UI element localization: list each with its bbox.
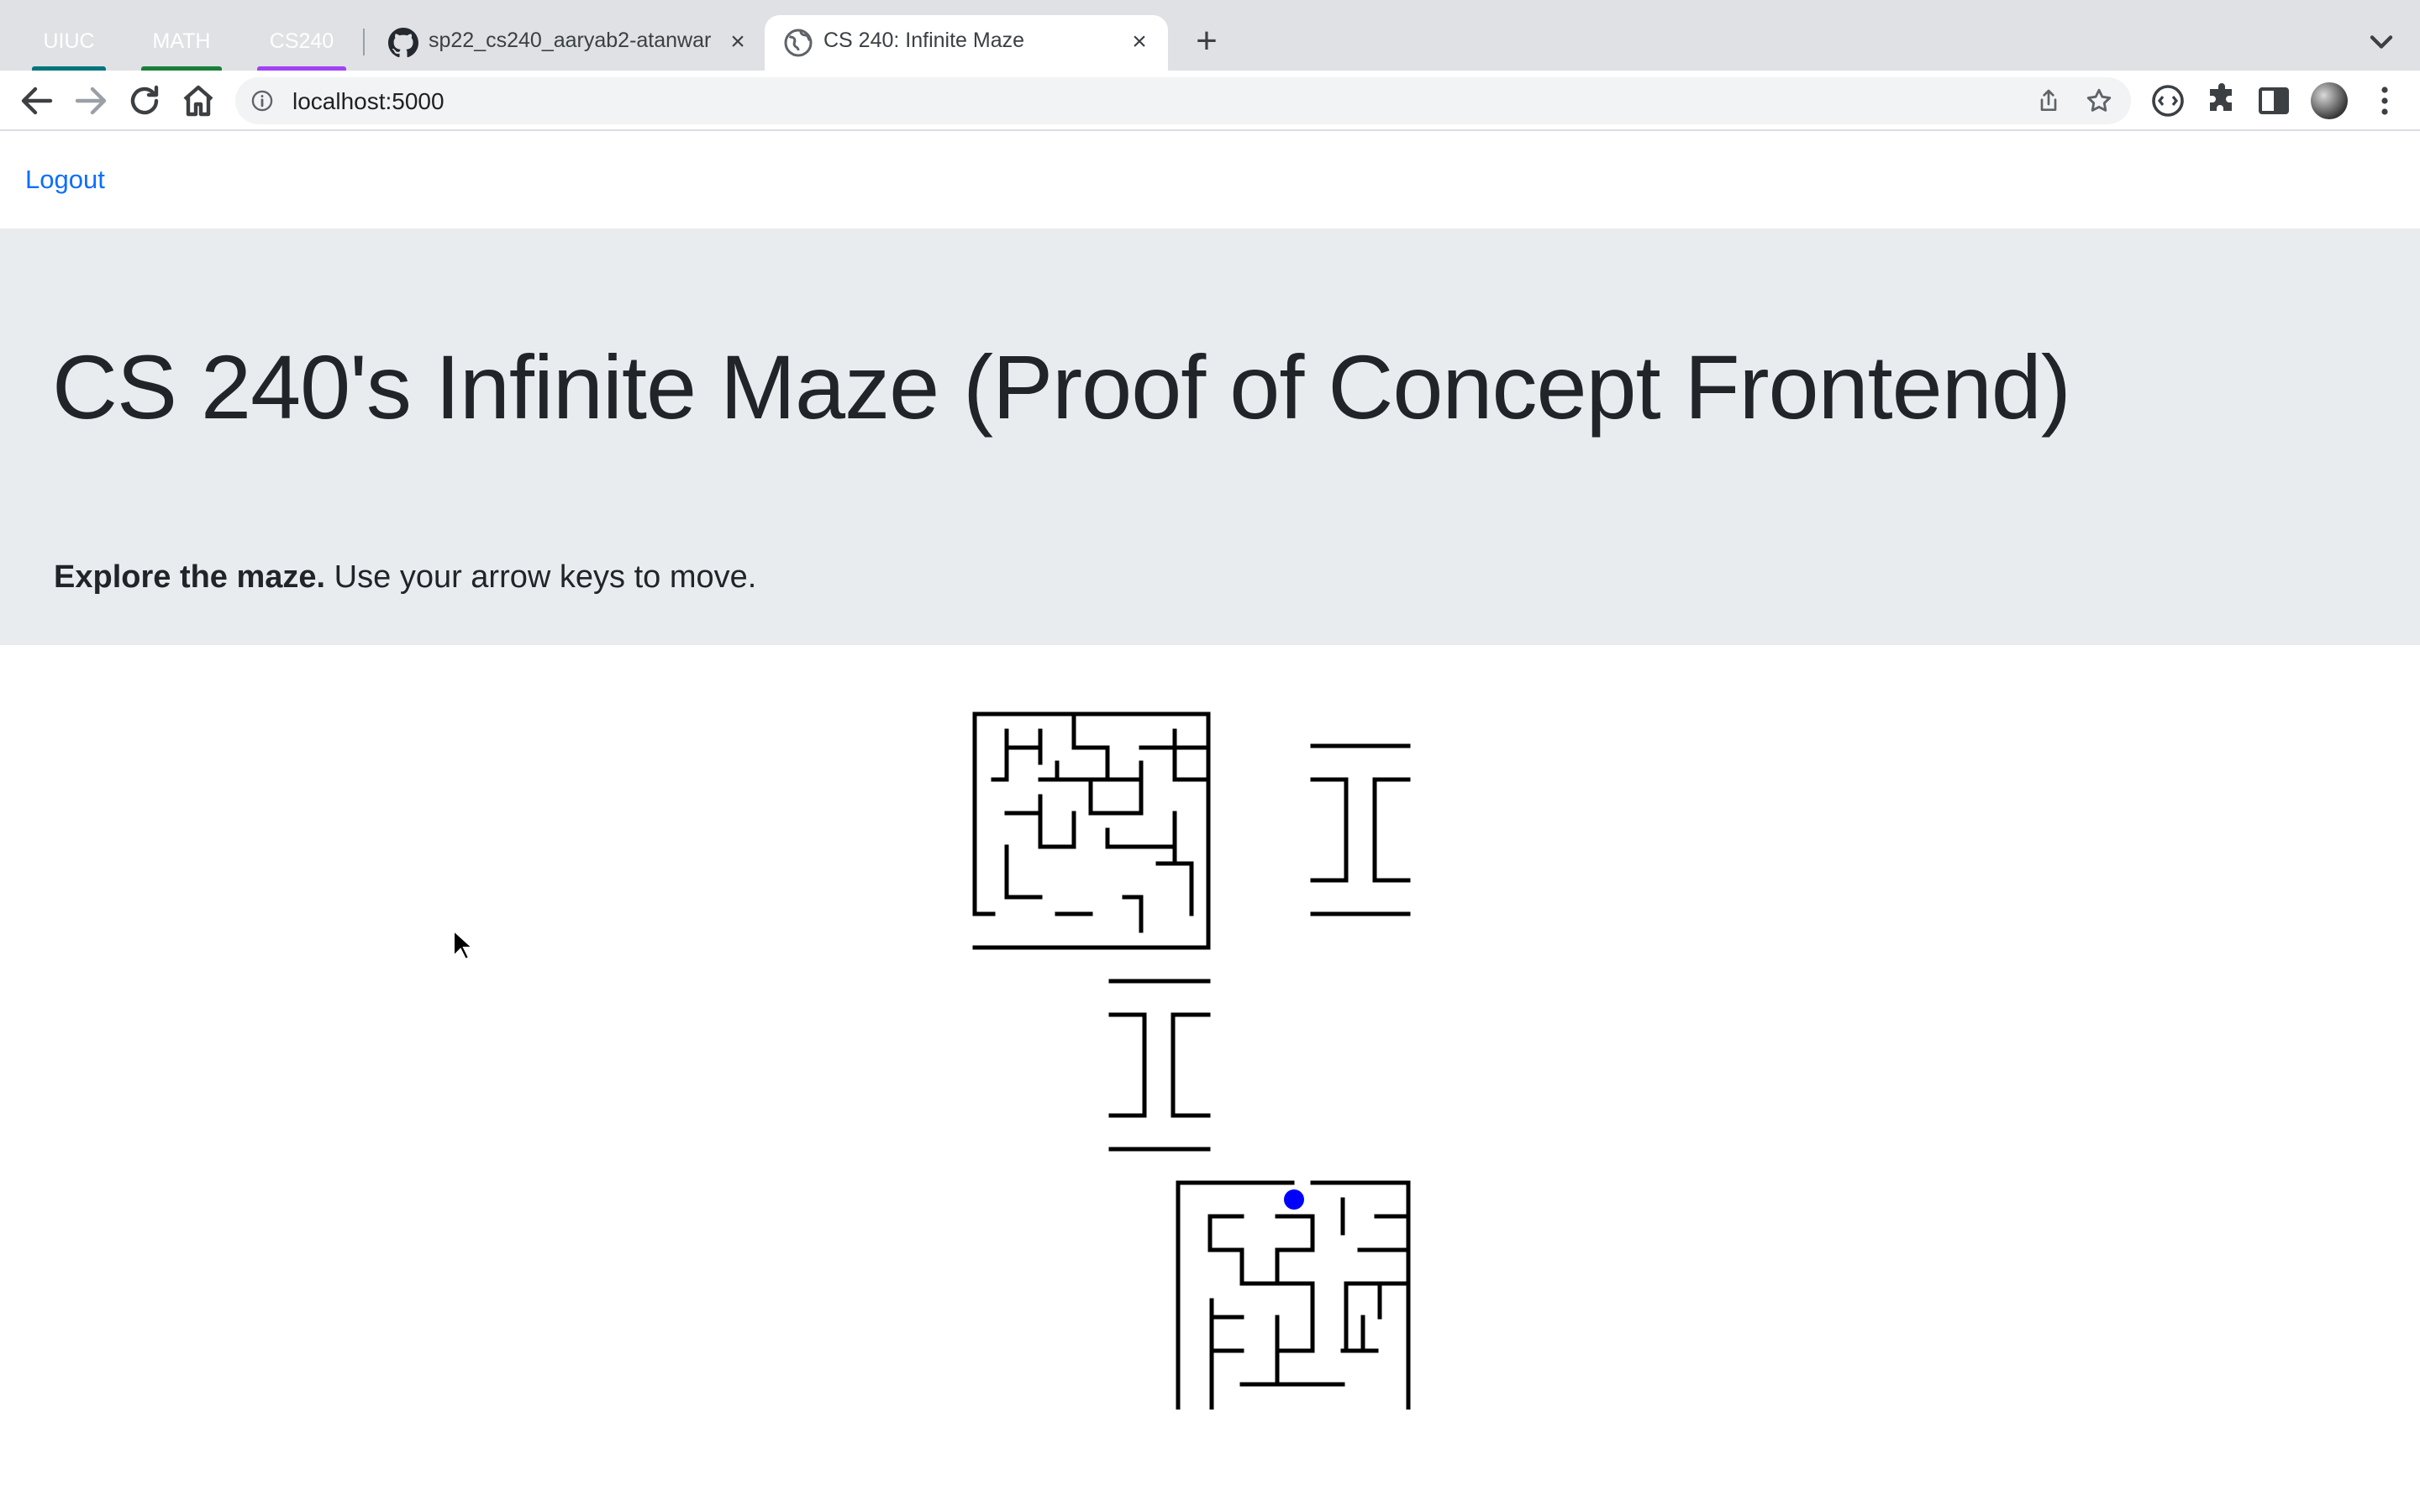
browser-toolbar: localhost:5000 — [0, 71, 2420, 131]
tab-infinite-maze[interactable]: CS 240: Infinite Maze × — [765, 15, 1168, 71]
page-title: CS 240's Infinite Maze (Proof of Concept… — [52, 336, 2071, 438]
maze-block-bottom — [1176, 1180, 1411, 1410]
browser-chrome: UIUC MATH CS240 sp22_cs240_aaryab2-atanw… — [0, 0, 2420, 131]
share-icon[interactable] — [2035, 87, 2062, 114]
tab-group-uiuc[interactable]: UIUC — [32, 24, 106, 59]
github-icon — [388, 28, 418, 58]
tab-title: CS 240: Infinite Maze — [823, 29, 1025, 52]
maze-block-middle — [1108, 979, 1211, 1152]
subtitle-emphasis: Explore the maze. — [54, 559, 326, 595]
side-panel-icon[interactable] — [2254, 81, 2294, 121]
tab-group-label: MATH — [152, 29, 211, 53]
close-tab-icon[interactable]: × — [1123, 25, 1156, 59]
logout-link[interactable]: Logout — [25, 165, 105, 195]
tab-title: sp22_cs240_aaryab2-atanwar — [429, 29, 712, 52]
tab-group-label: UIUC — [43, 29, 95, 53]
page-content: Logout CS 240's Infinite Maze (Proof of … — [0, 133, 2420, 1512]
new-tab-button[interactable]: + — [1186, 22, 1227, 62]
info-icon[interactable] — [250, 89, 274, 113]
bookmark-star-icon[interactable] — [2084, 86, 2114, 116]
forward-arrow-icon[interactable] — [71, 81, 111, 121]
reload-icon[interactable] — [124, 81, 165, 121]
close-tab-icon[interactable]: × — [721, 25, 755, 59]
home-icon[interactable] — [178, 81, 218, 121]
maze-canvas[interactable] — [966, 704, 1428, 1410]
player-marker — [1284, 1189, 1304, 1210]
tab-separator — [363, 29, 365, 55]
tab-bar: UIUC MATH CS240 sp22_cs240_aaryab2-atanw… — [0, 0, 2420, 71]
tab-group-label: CS240 — [269, 29, 334, 53]
back-arrow-icon[interactable] — [17, 81, 57, 121]
more-menu-icon[interactable] — [2365, 81, 2405, 121]
url-text[interactable]: localhost:5000 — [292, 88, 445, 115]
tab-github[interactable]: sp22_cs240_aaryab2-atanwar × — [370, 15, 765, 71]
page-subtitle: Explore the maze. Use your arrow keys to… — [54, 559, 756, 596]
profile-avatar[interactable] — [2311, 82, 2348, 119]
mouse-cursor-icon — [453, 929, 475, 961]
tab-group-math[interactable]: MATH — [141, 24, 222, 59]
jumbotron: CS 240's Infinite Maze (Proof of Concept… — [0, 228, 2420, 645]
tab-search-chevron-icon[interactable] — [2363, 24, 2400, 60]
subtitle-text: Use your arrow keys to move. — [325, 559, 757, 595]
maze-block-top-right — [1310, 743, 1411, 916]
extensions-puzzle-icon[interactable] — [2202, 81, 2242, 121]
address-bar[interactable]: localhost:5000 — [235, 77, 2131, 124]
globe-icon — [784, 29, 813, 57]
maze-svg — [972, 711, 1411, 1410]
maze-block-top-left — [972, 711, 1211, 950]
extension-circle-icon[interactable] — [2148, 81, 2188, 121]
tab-group-cs240[interactable]: CS240 — [257, 24, 346, 59]
